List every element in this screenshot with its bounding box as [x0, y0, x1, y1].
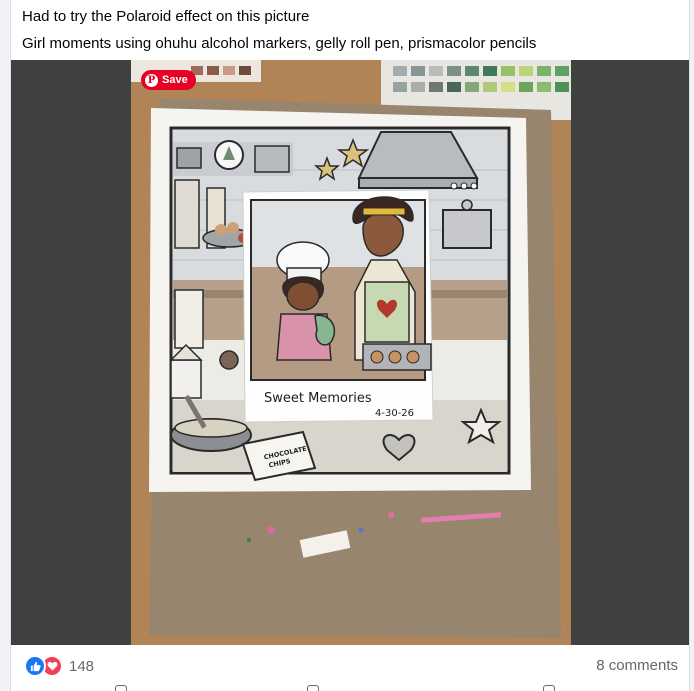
- facebook-post: Had to try the Polaroid effect on this p…: [10, 0, 690, 691]
- polaroid-date: 4-30-26: [375, 408, 414, 419]
- pinterest-save-button[interactable]: P Save: [141, 70, 196, 90]
- polaroid-caption: Sweet Memories: [264, 391, 372, 406]
- reaction-count: 148: [69, 657, 95, 675]
- share-action-icon[interactable]: [543, 685, 555, 691]
- coloring-book-photo: Sweet Memories 4-30-26 CHOCOLATE CHIPS: [131, 60, 571, 645]
- comment-action-icon[interactable]: [307, 685, 319, 691]
- like-icon: [24, 655, 46, 677]
- comments-count-link[interactable]: 8 comments: [596, 657, 678, 674]
- photo-container[interactable]: Sweet Memories 4-30-26 CHOCOLATE CHIPS P…: [11, 60, 689, 645]
- post-photo[interactable]: Sweet Memories 4-30-26 CHOCOLATE CHIPS P…: [131, 60, 571, 645]
- reactions-summary[interactable]: 148: [24, 655, 94, 677]
- pinterest-icon: P: [145, 73, 158, 87]
- post-footer: 148 8 comments: [11, 645, 689, 691]
- like-action-icon[interactable]: [115, 685, 127, 691]
- post-text-line-2: Girl moments using ohuhu alcohol markers…: [22, 35, 537, 52]
- post-text-line-1: Had to try the Polaroid effect on this p…: [22, 8, 310, 25]
- save-button-label: Save: [162, 74, 188, 86]
- post-text: Had to try the Polaroid effect on this p…: [11, 0, 689, 57]
